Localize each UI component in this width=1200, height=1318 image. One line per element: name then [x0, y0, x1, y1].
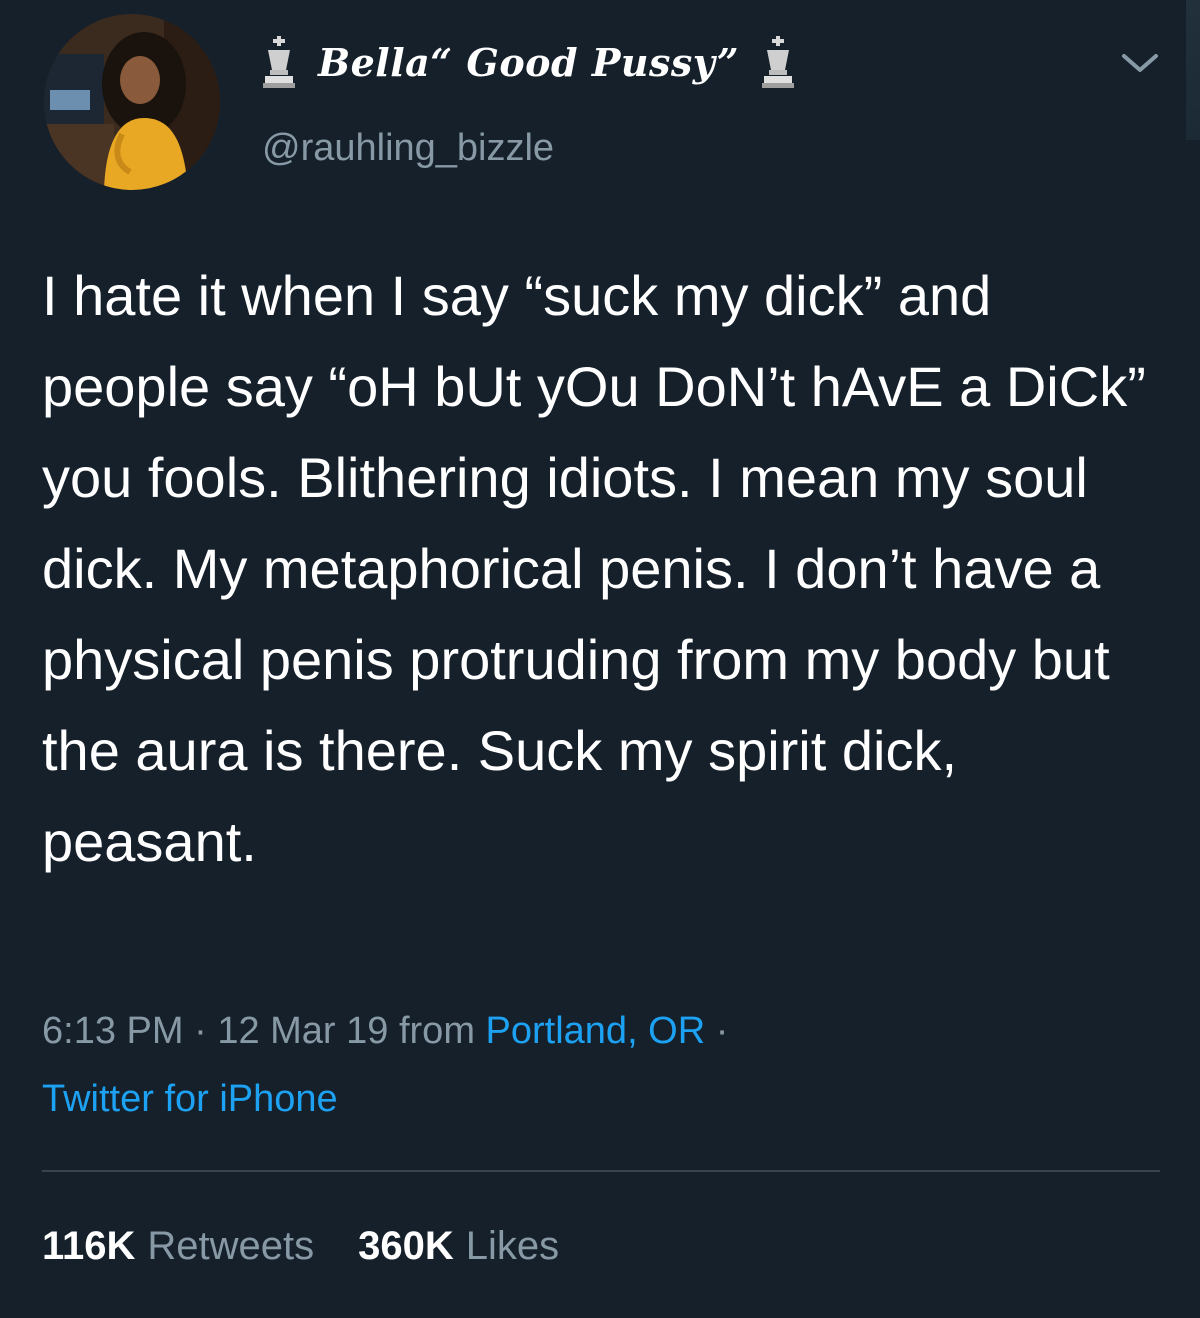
retweets-label: Retweets — [147, 1224, 315, 1268]
chess-king-icon — [263, 36, 295, 88]
from-label: from — [398, 1010, 475, 1052]
user-handle[interactable]: @rauhling_bizzle — [262, 124, 554, 172]
chess-king-icon — [762, 36, 795, 88]
tweet-date[interactable]: 12 Mar 19 — [217, 1010, 388, 1052]
display-name[interactable]: Bella“ Good Pussy” — [318, 40, 739, 85]
profile-photo — [44, 14, 220, 190]
meta-separator: · — [194, 1010, 207, 1052]
meta-separator: · — [715, 1010, 729, 1052]
likes-stat[interactable]: 360K Likes — [358, 1220, 559, 1272]
scrollbar-edge — [1186, 0, 1200, 140]
tweet-source-line: Twitter for iPhone — [42, 1074, 338, 1124]
retweets-count: 116K — [42, 1224, 136, 1268]
divider — [42, 1170, 1160, 1172]
source-link[interactable]: Twitter for iPhone — [42, 1078, 338, 1120]
retweets-stat[interactable]: 116K Retweets — [42, 1220, 314, 1272]
likes-label: Likes — [465, 1224, 560, 1268]
chevron-down-icon — [1122, 54, 1158, 72]
tweet-text: I hate it when I say “suck my dick” and … — [42, 264, 1146, 873]
location-link[interactable]: Portland, OR — [486, 1010, 706, 1052]
tweet-meta: 6:13 PM · 12 Mar 19 from Portland, OR · — [42, 1006, 1162, 1056]
likes-count: 360K — [358, 1224, 454, 1268]
more-options-button[interactable] — [1118, 48, 1162, 78]
tweet-stats: 116K Retweets 360K Likes — [42, 1220, 559, 1272]
tweet-time[interactable]: 6:13 PM — [42, 1010, 184, 1052]
display-name-row: Bella“ Good Pussy” — [262, 30, 795, 94]
avatar[interactable] — [44, 14, 220, 190]
